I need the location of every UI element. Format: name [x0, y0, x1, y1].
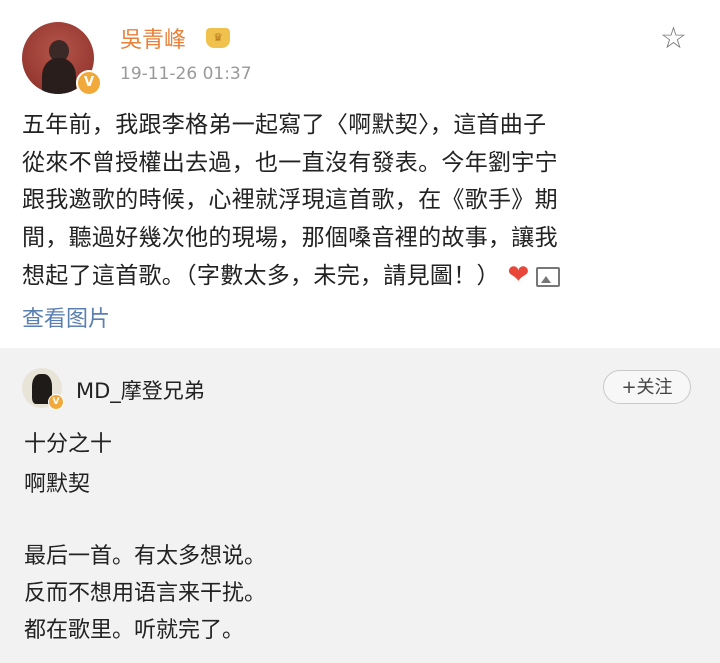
comment-line: 反而不想用语言来干扰。 — [24, 581, 267, 606]
repost-comment: V MD_摩登兄弟 +关注 十分之十 啊默契 最后一首。有太多想说。 反而不想用… — [0, 348, 720, 663]
commenter-username[interactable]: MD_摩登兄弟 — [76, 375, 205, 405]
image-icon[interactable] — [535, 266, 560, 287]
comment-line: 啊默契 — [24, 472, 91, 497]
verified-badge-icon: V — [76, 70, 102, 96]
verified-badge-icon: V — [48, 394, 64, 410]
post-username[interactable]: 吳青峰 — [120, 22, 186, 54]
post-line: 五年前，我跟李格弟一起寫了〈啊默契〉，這首曲子 — [22, 112, 547, 138]
heart-icon: ❤ — [507, 260, 530, 290]
comment-line: 最后一首。有太多想说。 — [24, 544, 267, 569]
post-content: 五年前，我跟李格弟一起寫了〈啊默契〉，這首曲子 從來不曾授權出去過，也一直沒有發… — [22, 107, 698, 296]
comment-line: 十分之十 — [24, 432, 113, 457]
star-icon[interactable]: ☆ — [660, 24, 687, 54]
avatar-body — [42, 58, 76, 94]
crown-icon: ♛ — [206, 28, 230, 48]
follow-button[interactable]: +关注 — [603, 370, 691, 404]
post-line: 間，聽過好幾次他的現場，那個嗓音裡的故事，讓我 — [22, 224, 558, 251]
post-line: 想起了這首歌。（字數太多，未完，請見圖！） — [22, 263, 500, 289]
post-line: 從來不曾授權出去過，也一直沒有發表。今年劉宇宁 — [22, 149, 558, 176]
weibo-post: V 吳青峰 ♛ 19-11-26 01:37 ☆ 五年前，我跟李格弟一起寫了〈啊… — [0, 0, 720, 348]
post-line: 跟我邀歌的時候，心裡就浮現這首歌，在《歌手》期 — [22, 187, 558, 213]
post-line-last: 想起了這首歌。（字數太多，未完，請見圖！） ❤ — [22, 257, 698, 296]
comment-line: 都在歌里。听就完了。 — [24, 618, 245, 643]
post-timestamp: 19-11-26 01:37 — [120, 64, 252, 84]
view-images-link[interactable]: 查看图片 — [22, 301, 110, 333]
